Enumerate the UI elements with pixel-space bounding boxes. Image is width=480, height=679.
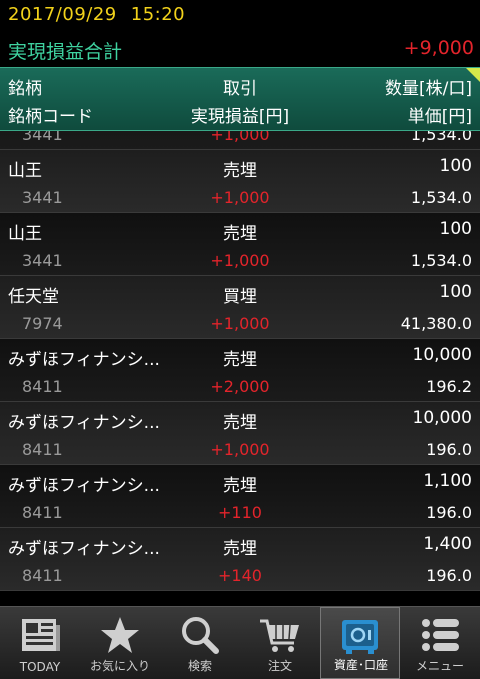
table-row[interactable]: みずほフィナンシ... 売埋 1,100 8411 +110 196.0	[0, 465, 480, 528]
stock-code: 7974	[22, 314, 63, 333]
table-row[interactable]: みずほフィナンシ... 売埋 1,400 8411 +140 196.0	[0, 528, 480, 591]
trade-type: 買埋	[223, 287, 257, 307]
header-realized-pnl: 実現損益[円]	[190, 107, 290, 127]
table-row[interactable]: 山王 売埋 100 3441 +1,000 1,534.0	[0, 213, 480, 276]
quantity: 100	[439, 156, 472, 176]
stock-name: みずほフィナンシ...	[8, 476, 160, 496]
trade-type: 売埋	[223, 161, 257, 181]
star-icon	[101, 617, 139, 653]
bottom-tab-bar: TODAY お気に入り 検索 注文 資産･口座 メニュー	[0, 606, 480, 679]
unit-price: 196.0	[426, 503, 472, 522]
tab-label: お気に入り	[89, 659, 150, 673]
quantity: 10,000	[412, 408, 472, 428]
stock-name: 任天堂	[8, 287, 59, 307]
table-row[interactable]: 山王 売埋 100 3441 +1,000 1,534.0	[0, 150, 480, 213]
quantity: 100	[439, 282, 472, 302]
header-trade: 取引	[223, 79, 257, 99]
realized-pnl: +1,000	[210, 440, 270, 459]
stock-name: みずほフィナンシ...	[8, 350, 160, 370]
realized-pnl: +2,000	[210, 377, 270, 396]
unit-price: 41,380.0	[400, 314, 472, 333]
trade-list[interactable]: 山王 売埋 100 3441 +1,000 1,534.0 山王 売埋 100 …	[0, 108, 480, 606]
unit-price: 196.0	[426, 440, 472, 459]
quantity: 100	[439, 219, 472, 239]
tab-label: TODAY	[19, 660, 61, 674]
datetime: 2017/09/29 15:20	[8, 4, 185, 25]
tab-label: メニュー	[415, 659, 464, 673]
tab-order[interactable]: 注文	[240, 607, 320, 679]
realized-pnl: +110	[218, 503, 262, 522]
unit-price: 1,534.0	[410, 251, 472, 270]
stock-code: 3441	[22, 251, 63, 270]
quantity: 1,100	[423, 471, 472, 491]
tab-today[interactable]: TODAY	[0, 607, 80, 679]
tab-label: 資産･口座	[333, 658, 388, 672]
tab-label: 注文	[267, 659, 292, 673]
header-stock-code: 銘柄コード	[8, 107, 93, 127]
tab-favorites[interactable]: お気に入り	[80, 607, 160, 679]
realized-pnl: +1,000	[210, 314, 270, 333]
table-row[interactable]: みずほフィナンシ... 売埋 10,000 8411 +1,000 196.0	[0, 402, 480, 465]
stock-name: みずほフィナンシ...	[8, 413, 160, 433]
stock-code: 8411	[22, 377, 63, 396]
realized-pnl: +1,000	[210, 188, 270, 207]
stock-name: 山王	[8, 224, 42, 244]
tab-search[interactable]: 検索	[160, 607, 240, 679]
column-header: 銘柄 取引 数量[株/口] 銘柄コード 実現損益[円] 単価[円]	[0, 67, 480, 131]
status-time: 15:20	[130, 4, 186, 25]
trade-type: 売埋	[223, 224, 257, 244]
trade-type: 売埋	[223, 476, 257, 496]
stock-code: 8411	[22, 566, 63, 585]
realized-pnl: +1,000	[210, 251, 270, 270]
header-unit-price: 単価[円]	[407, 107, 472, 127]
safe-icon	[342, 620, 378, 654]
trade-type: 売埋	[223, 539, 257, 559]
realized-pnl: +140	[218, 566, 262, 585]
stock-name: 山王	[8, 161, 42, 181]
quantity: 1,400	[423, 534, 472, 554]
trade-type: 売埋	[223, 350, 257, 370]
menu-icon	[422, 619, 459, 651]
tab-menu[interactable]: メニュー	[400, 607, 480, 679]
stock-code: 8411	[22, 440, 63, 459]
header-stock-name: 銘柄	[8, 79, 42, 99]
search-icon	[182, 617, 219, 654]
tab-assets-account[interactable]: 資産･口座	[320, 607, 400, 679]
table-row[interactable]: みずほフィナンシ... 売埋 10,000 8411 +2,000 196.2	[0, 339, 480, 402]
newspaper-icon	[22, 619, 60, 651]
unit-price: 196.0	[426, 566, 472, 585]
stock-name: みずほフィナンシ...	[8, 539, 160, 559]
stock-code: 8411	[22, 503, 63, 522]
realized-pnl-total-value: +9,000	[403, 37, 474, 59]
unit-price: 1,534.0	[410, 188, 472, 207]
tab-label: 検索	[187, 659, 212, 673]
header-quantity: 数量[株/口]	[385, 79, 472, 99]
realized-pnl-total-label: 実現損益合計	[8, 41, 123, 63]
quantity: 10,000	[412, 345, 472, 365]
table-row[interactable]: 任天堂 買埋 100 7974 +1,000 41,380.0	[0, 276, 480, 339]
stock-code: 3441	[22, 188, 63, 207]
trade-type: 売埋	[223, 413, 257, 433]
unit-price: 196.2	[426, 377, 472, 396]
status-date: 2017/09/29	[8, 4, 117, 25]
cart-icon	[260, 619, 299, 652]
